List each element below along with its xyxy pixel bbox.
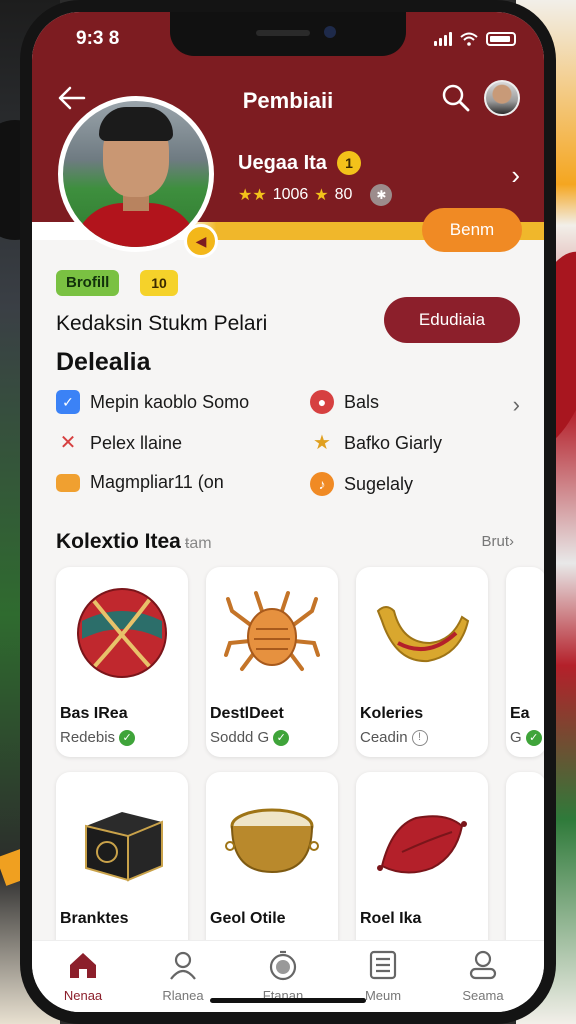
nav-item-timer[interactable]: Ftanan — [238, 949, 328, 1003]
item-meta: Ceadin! — [360, 729, 428, 746]
see-all-text: Brut — [481, 533, 509, 550]
item-name: Branktes — [60, 910, 129, 927]
item-meta-text: G — [510, 729, 522, 746]
ball-icon — [77, 588, 167, 678]
item-meta-text: Redebis — [60, 729, 116, 746]
status-icons — [434, 32, 516, 46]
profile-subtitle: Kedaksin Stukm Pelari — [56, 312, 268, 335]
item-meta: Soddd G ✓ — [210, 729, 290, 746]
home-icon — [70, 953, 96, 978]
stars-icon: ★★ — [238, 187, 267, 204]
count-tag: 10 — [140, 270, 178, 296]
attribute-label: Sugelaly — [344, 473, 414, 494]
app-screen: 9:3 8 Pembiaii ◀ Uegaa Ita 1 ★★ 1006 ★ 8… — [32, 12, 544, 1012]
signal-icon — [434, 32, 452, 46]
attribute-label: Pelex llaine — [90, 432, 183, 453]
check-shield-icon: ✓ — [56, 390, 80, 414]
verified-icon: ✓ — [273, 729, 290, 746]
profile-tag: Brofill — [56, 270, 120, 296]
attribute-label: Bals — [344, 391, 380, 412]
chevron-right-icon[interactable]: › — [513, 392, 520, 418]
status-time: 9:3 8 — [76, 28, 120, 49]
attribute-label: Magmpliar11 (on — [90, 472, 224, 492]
nav-item-players[interactable]: Rlanea — [138, 949, 228, 1003]
stopwatch-icon — [269, 950, 297, 981]
wifi-icon — [460, 32, 478, 46]
attribute-item[interactable]: ★ Bafko Giarly — [310, 431, 442, 455]
attribute-item[interactable]: ● Bals — [310, 390, 379, 414]
badge-icon: ◀ — [184, 224, 218, 258]
drum-icon — [225, 808, 319, 874]
header-action-button[interactable]: Benm — [422, 208, 522, 252]
home-indicator[interactable] — [210, 998, 366, 1003]
collection-card[interactable]: Koleries Ceadin! — [356, 567, 488, 757]
collection-title-text: Kolextio Itea — [56, 530, 181, 553]
item-name: Roel Ika — [360, 910, 422, 927]
card-icon — [56, 473, 80, 492]
level-badge: 1 — [337, 151, 361, 175]
item-name: Geol Otile — [210, 910, 286, 927]
notch — [170, 12, 406, 56]
item-meta-text: Soddd G — [210, 729, 270, 746]
collection-card[interactable]: Geol Otile — [206, 772, 338, 962]
nav-item-home[interactable]: Nenaa — [38, 949, 128, 1003]
user-icon — [170, 951, 196, 980]
item-name: DestlDeet — [210, 705, 284, 722]
attribute-item[interactable]: ✓ Mepin kaoblo Somo — [56, 390, 249, 414]
nav-item-menu[interactable]: Meum — [338, 949, 428, 1003]
cross-bones-icon: ✕ — [59, 432, 77, 454]
music-icon: ♪ — [310, 472, 334, 496]
collection-card[interactable] — [506, 772, 544, 962]
phone-frame: 9:3 8 Pembiaii ◀ Uegaa Ita 1 ★★ 1006 ★ 8… — [20, 0, 556, 1024]
horn-icon — [376, 606, 470, 663]
search-icon[interactable] — [440, 82, 472, 114]
item-meta: Redebis ✓ — [60, 729, 136, 746]
profile-title: Delealia — [56, 348, 151, 376]
collection-title: Kolextio Itea ŧam — [56, 530, 212, 554]
player-name: Uegaa Ita — [238, 152, 327, 174]
nav-label: Nenaa — [63, 988, 103, 1003]
user-avatar[interactable] — [484, 80, 520, 116]
saddle-icon — [377, 815, 467, 874]
chest-icon — [85, 812, 163, 882]
edit-button[interactable]: Edudiaia — [384, 297, 520, 343]
item-meta-text: Ceadin — [360, 729, 408, 746]
item-name: Koleries — [360, 705, 424, 722]
attribute-label: Mepin kaoblo Somo — [90, 391, 250, 412]
player-stats: ★★ 1006 ★ 80 ✱ — [238, 184, 393, 206]
nav-label: Seama — [462, 988, 504, 1003]
list-icon — [369, 950, 397, 980]
star-icon: ★ — [314, 187, 329, 204]
collection-subtitle: ŧam — [184, 535, 212, 552]
verified-icon: ✓ — [525, 729, 542, 746]
collection-card[interactable]: Bas IRea Redebis ✓ — [56, 567, 188, 757]
attribute-item[interactable]: ✕ Pelex llaine — [56, 431, 182, 455]
profile-icon — [469, 950, 497, 980]
chevron-right-icon[interactable]: › — [511, 160, 520, 191]
gear-icon[interactable]: ✱ — [370, 184, 393, 206]
item-name: Bas IRea — [60, 705, 128, 722]
stat-a: 1006 — [272, 186, 309, 203]
item-name: Ea — [510, 705, 530, 722]
verified-icon: ✓ — [119, 729, 136, 746]
stat-b: 80 — [334, 186, 353, 203]
battery-icon — [486, 32, 516, 46]
collection-card[interactable]: Roel Ika — [356, 772, 488, 962]
nav-item-profile[interactable]: Seama — [438, 949, 528, 1003]
trophy-icon: ★ — [313, 432, 331, 454]
collection-card[interactable]: DestlDeet Soddd G ✓ — [206, 567, 338, 757]
pending-icon: ! — [411, 729, 428, 746]
collection-card[interactable]: Ea G ✓ — [506, 567, 544, 757]
item-meta: G ✓ — [510, 729, 542, 746]
ball-icon: ● — [310, 390, 334, 414]
attribute-item[interactable]: Magmpliar11 (on — [56, 472, 224, 493]
see-all-link[interactable]: Brut› — [481, 533, 514, 550]
crab-icon — [224, 591, 320, 671]
attribute-item[interactable]: ♪ Sugelaly — [310, 472, 413, 496]
attribute-label: Bafko Giarly — [344, 432, 443, 453]
collection-card[interactable]: Branktes — [56, 772, 188, 962]
